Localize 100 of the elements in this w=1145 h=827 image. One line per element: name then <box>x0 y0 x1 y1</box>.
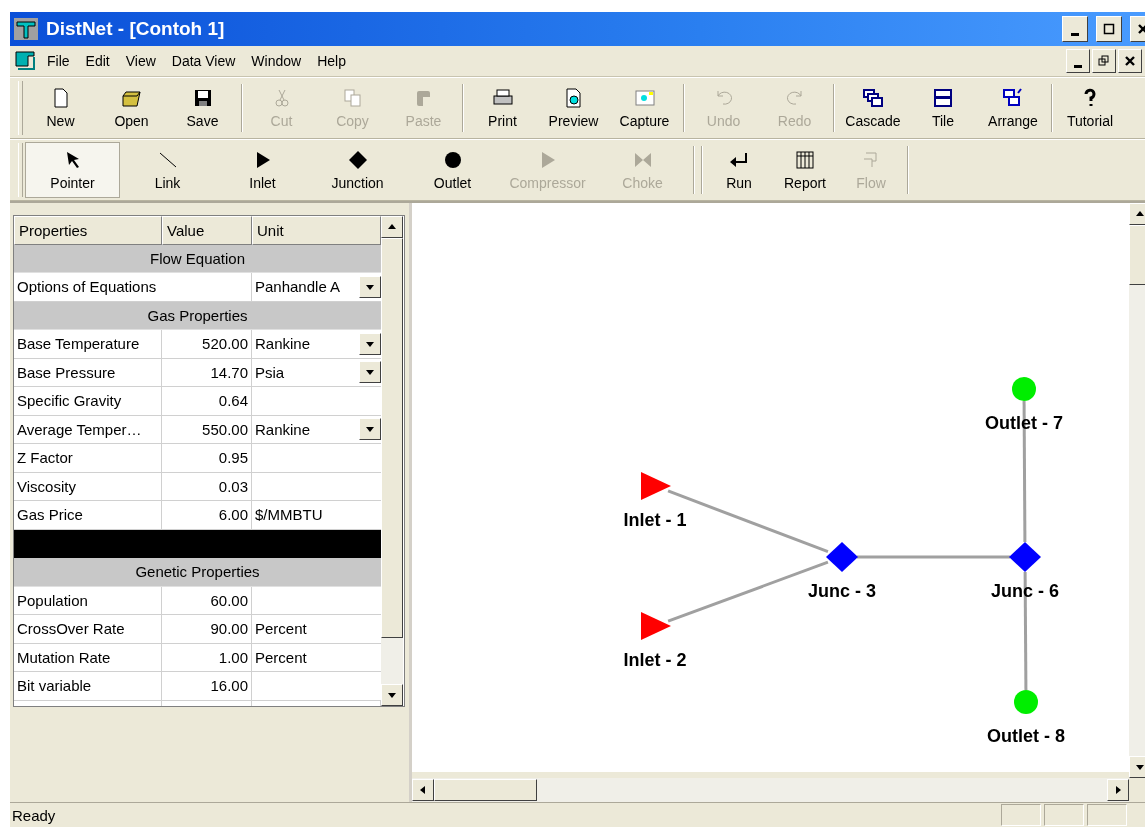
unit-text: Panhandle A <box>255 278 341 296</box>
node-label: Outlet - 8 <box>987 726 1065 746</box>
tool-button[interactable]: Link <box>120 142 215 198</box>
menu-item[interactable]: Help <box>310 51 353 71</box>
toolbar-button[interactable]: Print <box>467 80 538 136</box>
inlet-node[interactable] <box>641 472 671 500</box>
dropdown-button[interactable] <box>359 361 381 384</box>
property-value[interactable]: 1.00 <box>162 643 252 672</box>
toolbar-button[interactable]: Tile <box>908 80 978 136</box>
outlet-node[interactable] <box>1012 377 1036 401</box>
tool-button[interactable]: Report <box>772 142 838 198</box>
property-name: Mutation Rate <box>14 643 162 672</box>
toolbar-button[interactable]: Save <box>167 80 238 136</box>
property-value[interactable]: 14.70 <box>162 358 252 387</box>
property-name: Z Factor <box>14 444 162 473</box>
scroll-up-button[interactable] <box>381 216 403 238</box>
toolbar-button[interactable]: Preview <box>538 80 609 136</box>
scroll-thumb[interactable] <box>381 238 403 638</box>
node-label: Inlet - 1 <box>623 510 687 530</box>
selected-row[interactable] <box>14 529 381 558</box>
node-label: Outlet - 7 <box>985 413 1063 433</box>
toolbar-button[interactable]: Cascade <box>838 80 908 136</box>
toolbar-button[interactable]: Open <box>96 80 167 136</box>
property-value[interactable]: 60.00 <box>162 586 252 615</box>
menu-item[interactable]: File <box>40 51 77 71</box>
column-header[interactable]: Properties <box>14 216 162 245</box>
dropdown-button[interactable] <box>359 275 381 298</box>
network-canvas[interactable]: Outlet - 7 Inlet - 1 Junc - 3 Junc - 6 Inlet - 2 Outlet - 8 <box>412 203 1129 772</box>
restore-icon <box>1098 55 1110 67</box>
toolbar-button[interactable]: Capture <box>609 80 680 136</box>
junction-node[interactable] <box>826 542 858 572</box>
property-name: Gas Price <box>14 501 162 530</box>
app-logo-icon <box>14 18 38 40</box>
scroll-down-button[interactable] <box>1129 756 1145 778</box>
node-label: Junc - 3 <box>808 581 876 601</box>
menu-item[interactable]: Window <box>244 51 309 71</box>
printer-icon <box>491 87 514 108</box>
copy-icon <box>341 87 364 108</box>
restore-button[interactable] <box>1092 49 1116 73</box>
tool-button[interactable]: Inlet <box>215 142 310 198</box>
property-name: Average Temper… <box>14 415 162 444</box>
scroll-down-button[interactable] <box>381 684 403 706</box>
property-value[interactable]: 520.00 <box>162 330 252 359</box>
scroll-left-button[interactable] <box>412 779 434 801</box>
scrollbar[interactable] <box>1129 203 1145 778</box>
outlet-node[interactable] <box>1014 690 1038 714</box>
scrollbar[interactable] <box>412 778 1129 802</box>
section-header: Genetic Properties <box>14 558 381 587</box>
scroll-thumb[interactable] <box>1129 225 1145 285</box>
column-header[interactable]: Value <box>162 216 252 245</box>
property-value[interactable]: 0.64 <box>162 387 252 416</box>
toolbar-button[interactable]: Tutorial <box>1056 80 1124 136</box>
property-value[interactable]: 0.95 <box>162 444 252 473</box>
toolbar-button[interactable]: New <box>25 80 96 136</box>
tile-icon <box>932 87 954 108</box>
junction-node[interactable] <box>1009 542 1041 572</box>
scroll-up-button[interactable] <box>1129 203 1145 225</box>
property-value[interactable]: 90.00 <box>162 615 252 644</box>
property-value[interactable]: 0.03 <box>162 472 252 501</box>
property-value[interactable]: 16.00 <box>162 672 252 701</box>
dropdown-button[interactable] <box>359 418 381 441</box>
node-label: Inlet - 2 <box>623 650 687 670</box>
tool-button[interactable]: Run <box>706 142 772 198</box>
cascade-icon <box>862 87 884 108</box>
table-icon <box>794 149 816 170</box>
property-name: Options of Equations <box>14 273 252 302</box>
property-name: Viscosity <box>14 472 162 501</box>
minimize-button[interactable] <box>1066 49 1090 73</box>
close-button[interactable] <box>1118 49 1142 73</box>
maximize-button[interactable] <box>1096 16 1122 42</box>
scroll-right-button[interactable] <box>1107 779 1129 801</box>
window-title: DistNet - [Contoh 1] <box>46 18 226 40</box>
capture-icon <box>633 87 656 108</box>
minimize-button[interactable] <box>1062 16 1088 42</box>
section-header: Gas Properties <box>14 301 381 330</box>
property-name: Base Temperature <box>14 330 162 359</box>
toolbar-button[interactable]: Arrange <box>978 80 1048 136</box>
unit-text: Rankine <box>255 335 311 353</box>
property-name: Specific Gravity <box>14 387 162 416</box>
property-value[interactable]: 550.00 <box>162 415 252 444</box>
unit-text: Psia <box>255 363 285 381</box>
minimize-icon <box>1071 32 1079 36</box>
node-label: Junc - 6 <box>991 581 1059 601</box>
maximize-icon <box>1103 23 1115 35</box>
unit-text: Rankine <box>255 420 311 438</box>
scrollbar[interactable] <box>381 216 403 706</box>
property-value[interactable]: 6.00 <box>162 501 252 530</box>
tool-button[interactable]: Outlet <box>405 142 500 198</box>
scroll-thumb[interactable] <box>434 779 537 801</box>
menu-item[interactable]: Edit <box>78 51 117 71</box>
tool-button[interactable]: Junction <box>310 142 405 198</box>
column-header[interactable]: Unit <box>252 216 381 245</box>
menu-item[interactable]: View <box>118 51 163 71</box>
tool-button[interactable]: Pointer <box>25 142 120 198</box>
status-text: Ready <box>12 806 57 824</box>
unit-text: Percent <box>255 620 307 638</box>
dropdown-button[interactable] <box>359 332 381 355</box>
menu-item[interactable]: Data View <box>164 51 243 71</box>
document-icon <box>14 49 38 73</box>
inlet-node[interactable] <box>641 612 671 640</box>
